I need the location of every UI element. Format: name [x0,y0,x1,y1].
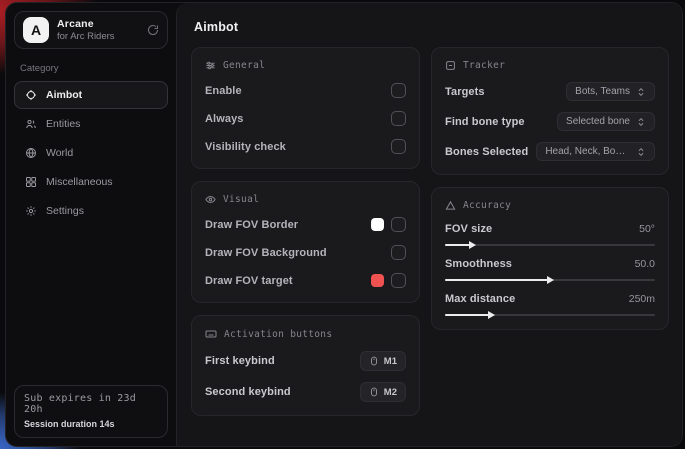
sidebar-nav: Aimbot Entities World [14,81,168,225]
keyboard-icon [205,328,217,340]
page-title: Aimbot [194,20,669,34]
slider-thumb[interactable] [469,241,476,249]
enable-checkbox[interactable] [391,83,406,98]
card-title: Activation buttons [224,329,332,340]
general-card: General Enable Always Visibility check [191,47,420,169]
visibility-check-checkbox[interactable] [391,139,406,154]
sidebar-item-label: World [46,147,73,159]
sidebar-item-label: Settings [46,205,84,217]
mouse-icon [369,355,379,367]
grid-icon [24,176,37,188]
eye-icon [205,194,216,205]
bones-selected-dropdown[interactable]: Head, Neck, Body, Pe.. [536,142,655,161]
max-distance-value: 250m [629,293,655,305]
card-title: Accuracy [463,200,511,211]
smoothness-value: 50.0 [635,258,655,270]
main-panel: Aimbot General Enable [176,3,682,446]
setting-row-draw-fov-target: Draw FOV target [205,272,406,289]
setting-row-bones-selected: Bones Selected Head, Neck, Body, Pe.. [445,142,655,161]
app-logo: A [23,17,49,43]
sidebar-item-settings[interactable]: Settings [14,197,168,225]
setting-row-max-distance: Max distance 250m [445,293,655,316]
setting-row-second-keybind: Second keybind M2 [205,382,406,402]
sidebar-item-world[interactable]: World [14,139,168,167]
fov-border-color-swatch[interactable] [371,218,384,231]
setting-row-smoothness: Smoothness 50.0 [445,258,655,281]
setting-row-targets: Targets Bots, Teams [445,82,655,101]
always-checkbox[interactable] [391,111,406,126]
second-keybind-button[interactable]: M2 [360,382,406,402]
setting-row-draw-fov-background: Draw FOV Background [205,244,406,261]
slider-thumb[interactable] [547,276,554,284]
draw-fov-background-checkbox[interactable] [391,245,406,260]
card-title: General [223,60,265,71]
sidebar-item-label: Entities [46,118,80,130]
setting-row-fov-size: FOV size 50° [445,223,655,246]
fov-target-color-swatch[interactable] [371,274,384,287]
sidebar-item-entities[interactable]: Entities [14,110,168,138]
setting-row-enable: Enable [205,82,406,99]
sidebar-item-label: Miscellaneous [46,176,113,188]
max-distance-slider[interactable] [445,314,655,316]
draw-fov-border-checkbox[interactable] [391,217,406,232]
setting-row-first-keybind: First keybind M1 [205,351,406,371]
accuracy-card: Accuracy FOV size 50° [431,187,669,330]
chevrons-up-down-icon [636,117,646,127]
sidebar-item-miscellaneous[interactable]: Miscellaneous [14,168,168,196]
brand-text: Arcane for Arc Riders [57,18,139,42]
smoothness-slider[interactable] [445,279,655,281]
chevrons-up-down-icon [636,147,646,157]
fov-size-value: 50° [639,223,655,235]
targets-dropdown[interactable]: Bots, Teams [566,82,655,101]
visual-card: Visual Draw FOV Border Draw FOV Backgrou… [191,181,420,303]
find-bone-type-dropdown[interactable]: Selected bone [557,112,655,131]
category-label: Category [20,63,162,74]
setting-row-find-bone-type: Find bone type Selected bone [445,112,655,131]
globe-icon [24,147,37,159]
setting-row-always: Always [205,110,406,127]
mouse-icon [369,386,379,398]
setting-row-draw-fov-border: Draw FOV Border [205,216,406,233]
triangle-icon [445,200,456,211]
chevrons-up-down-icon [636,87,646,97]
tracker-icon [445,60,456,71]
subscription-status-card: Sub expires in 23d 20h Session duration … [14,385,168,438]
fov-size-slider[interactable] [445,244,655,246]
sliders-icon [205,60,216,71]
slider-thumb[interactable] [488,311,495,319]
refresh-icon[interactable] [147,24,159,36]
session-duration-text: Session duration 14s [24,419,158,429]
brand-card: A Arcane for Arc Riders [14,11,168,49]
card-title: Tracker [463,60,505,71]
app-subtitle: for Arc Riders [57,31,139,42]
sidebar: A Arcane for Arc Riders Category Aimbot [6,3,176,446]
tracker-card: Tracker Targets Bots, Teams [431,47,669,175]
app-name: Arcane [57,18,139,30]
sub-expires-text: Sub expires in 23d 20h [24,393,158,415]
setting-row-visibility-check: Visibility check [205,138,406,155]
sidebar-item-label: Aimbot [46,89,82,101]
draw-fov-target-checkbox[interactable] [391,273,406,288]
crosshair-icon [24,89,37,101]
sidebar-item-aimbot[interactable]: Aimbot [14,81,168,109]
first-keybind-button[interactable]: M1 [360,351,406,371]
entities-icon [24,118,37,130]
app-window: A Arcane for Arc Riders Category Aimbot [5,2,683,447]
gear-icon [24,205,37,217]
activation-buttons-card: Activation buttons First keybind M1 [191,315,420,416]
card-title: Visual [223,194,259,205]
